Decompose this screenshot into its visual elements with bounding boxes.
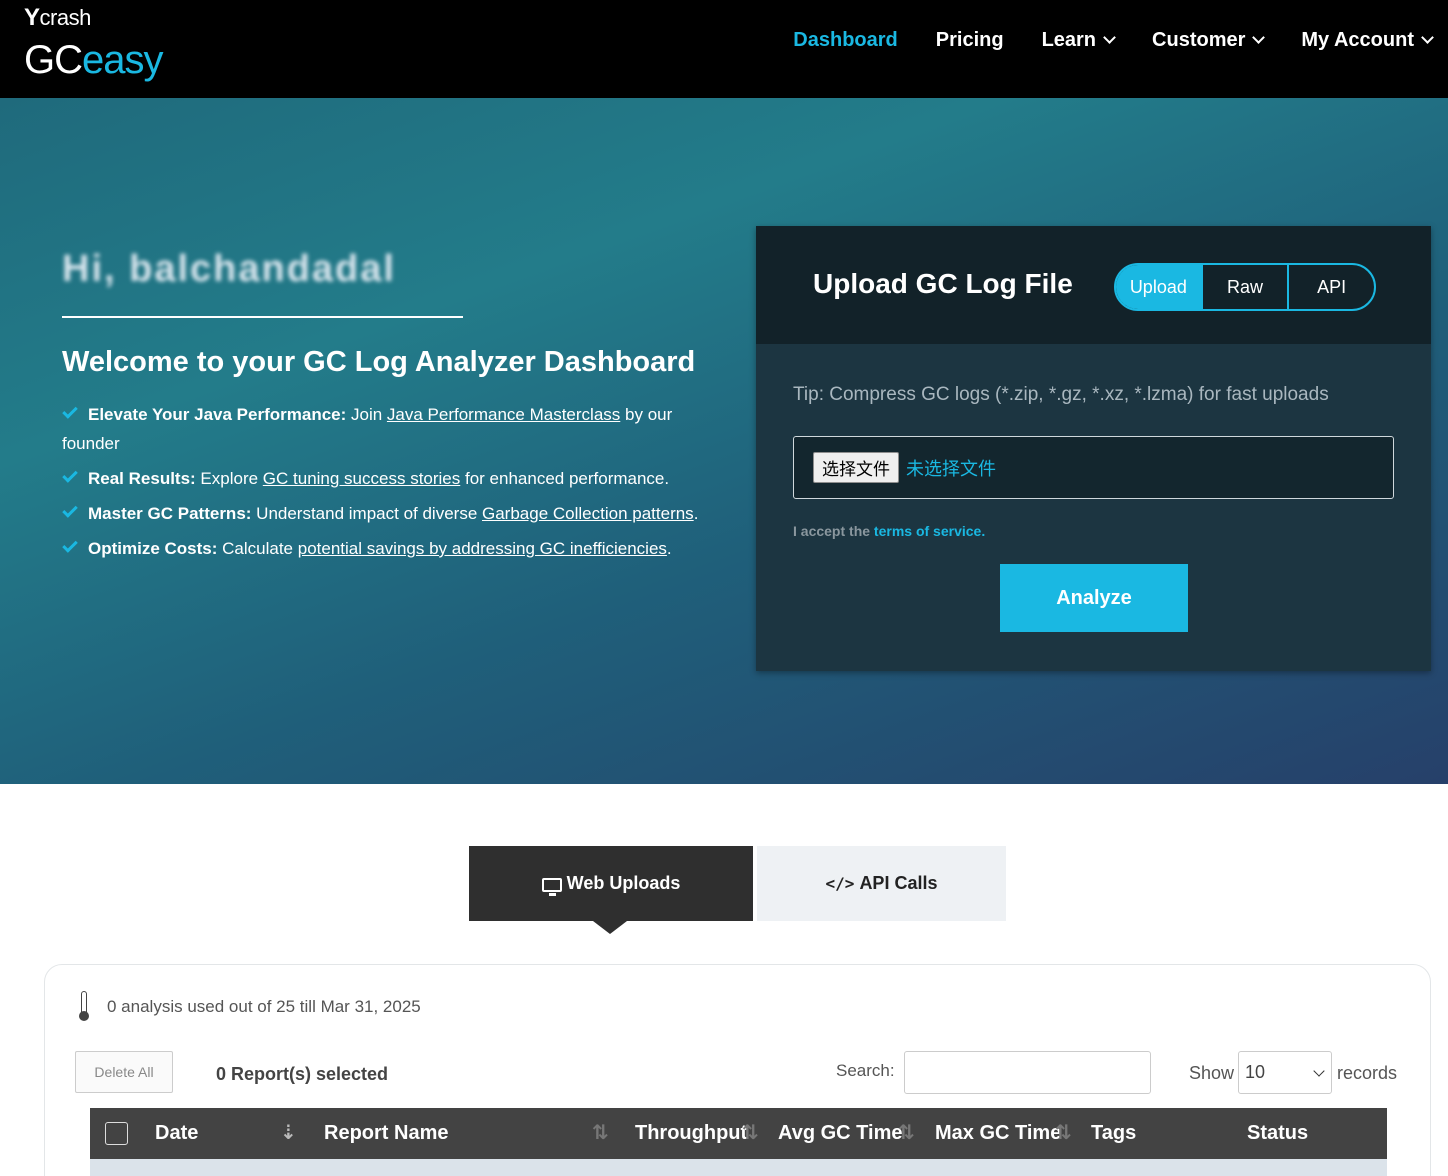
tab-api-calls[interactable]: </> API Calls: [757, 846, 1006, 921]
terms-of-service-link[interactable]: terms of service.: [874, 523, 985, 539]
col-date[interactable]: Date: [155, 1122, 198, 1145]
mode-upload-button[interactable]: Upload: [1116, 265, 1201, 309]
check-icon: [62, 537, 78, 553]
sort-icon[interactable]: ⇅: [1055, 1120, 1072, 1145]
search-label: Search:: [836, 1061, 895, 1080]
chevron-down-icon: [1103, 31, 1116, 44]
savings-link[interactable]: potential savings by addressing GC ineff…: [298, 539, 667, 558]
hero-section: Hi, balchandadal Welcome to your GC Log …: [0, 98, 1448, 784]
chevron-down-icon: [1252, 31, 1266, 44]
upload-title: Upload GC Log File: [813, 268, 1073, 299]
col-max-gc-time[interactable]: Max GC Time: [935, 1122, 1061, 1145]
analyze-button[interactable]: Analyze: [1000, 564, 1188, 632]
feature-item: Real Results: Explore GC tuning success …: [62, 464, 712, 493]
upload-card: Upload GC Log File Upload Raw API Tip: C…: [756, 226, 1431, 671]
sort-icon[interactable]: ⇅: [898, 1120, 915, 1145]
terms-notice: I accept the terms of service.: [793, 523, 986, 539]
gceasy-wordmark: GCeasy: [24, 38, 163, 82]
show-label: Show: [1189, 1063, 1235, 1083]
top-navbar: Ycrash GCeasy Dashboard Pricing Learn Cu…: [0, 0, 1448, 98]
success-stories-link[interactable]: GC tuning success stories: [263, 469, 460, 488]
col-status[interactable]: Status: [1247, 1122, 1308, 1145]
col-avg-gc-time[interactable]: Avg GC Time: [778, 1122, 902, 1145]
chevron-down-icon: [1313, 1065, 1325, 1077]
masterclass-link[interactable]: Java Performance Masterclass: [387, 405, 620, 424]
nav-dashboard[interactable]: Dashboard: [793, 29, 897, 52]
nav-my-account[interactable]: My Account: [1301, 29, 1434, 52]
check-icon: [62, 403, 78, 419]
code-icon: </>: [825, 874, 855, 893]
table-row: [90, 1159, 1387, 1176]
thermometer-icon: [79, 991, 89, 1021]
mode-raw-button[interactable]: Raw: [1200, 265, 1288, 309]
nav-customer[interactable]: Customer: [1152, 29, 1266, 52]
feature-list: Elevate Your Java Performance: Join Java…: [62, 400, 712, 569]
select-all-checkbox[interactable]: [105, 1122, 128, 1145]
check-icon: [62, 502, 78, 518]
compress-tip: Tip: Compress GC logs (*.zip, *.gz, *.xz…: [793, 384, 1329, 405]
page-size-select[interactable]: 10: [1238, 1051, 1332, 1094]
col-throughput[interactable]: Throughput: [635, 1122, 747, 1145]
greeting-divider: [62, 316, 463, 318]
selected-count: 0 Report(s) selected: [216, 1064, 389, 1084]
file-input[interactable]: 选择文件 未选择文件: [793, 436, 1394, 499]
choose-file-button[interactable]: 选择文件: [813, 452, 899, 483]
feature-item: Master GC Patterns: Understand impact of…: [62, 499, 712, 528]
feature-item: Elevate Your Java Performance: Join Java…: [62, 403, 673, 453]
gceasy-logo[interactable]: Ycrash GCeasy: [24, 4, 184, 88]
col-tags[interactable]: Tags: [1091, 1122, 1136, 1145]
upload-mode-toggle: Upload Raw API: [1114, 263, 1376, 311]
nav-pricing[interactable]: Pricing: [936, 29, 1004, 52]
file-status-text: 未选择文件: [906, 459, 996, 479]
nav-learn[interactable]: Learn: [1042, 29, 1116, 52]
reports-panel: 0 analysis used out of 25 till Mar 31, 2…: [44, 964, 1431, 1176]
ycrash-wordmark: Ycrash: [24, 4, 91, 31]
col-report-name[interactable]: Report Name: [324, 1122, 448, 1145]
gc-patterns-link[interactable]: Garbage Collection patterns: [482, 504, 694, 523]
tab-web-uploads[interactable]: Web Uploads: [469, 846, 753, 921]
main-nav: Dashboard Pricing Learn Customer My Acco…: [755, 24, 1434, 56]
analysis-usage-text: 0 analysis used out of 25 till Mar 31, 2…: [107, 997, 421, 1016]
mode-api-button[interactable]: API: [1287, 265, 1374, 309]
search-input[interactable]: [904, 1051, 1151, 1094]
upload-card-header: Upload GC Log File Upload Raw API: [756, 226, 1431, 344]
chevron-down-icon: [1421, 31, 1434, 44]
check-icon: [62, 467, 78, 483]
sort-desc-icon[interactable]: ⇣: [280, 1120, 297, 1145]
sort-icon[interactable]: ⇅: [742, 1120, 759, 1145]
delete-all-button[interactable]: Delete All: [75, 1051, 173, 1093]
records-label: records: [1337, 1063, 1398, 1083]
reports-table-header: Date ⇣ Report Name ⇅ Throughput ⇅ Avg GC…: [90, 1108, 1387, 1159]
feature-item: Optimize Costs: Calculate potential savi…: [62, 534, 712, 563]
user-greeting: Hi, balchandadal: [62, 248, 396, 290]
sort-icon[interactable]: ⇅: [592, 1120, 609, 1145]
monitor-icon: [541, 877, 562, 896]
active-tab-indicator: [593, 921, 627, 934]
dashboard-welcome-title: Welcome to your GC Log Analyzer Dashboar…: [62, 346, 696, 378]
